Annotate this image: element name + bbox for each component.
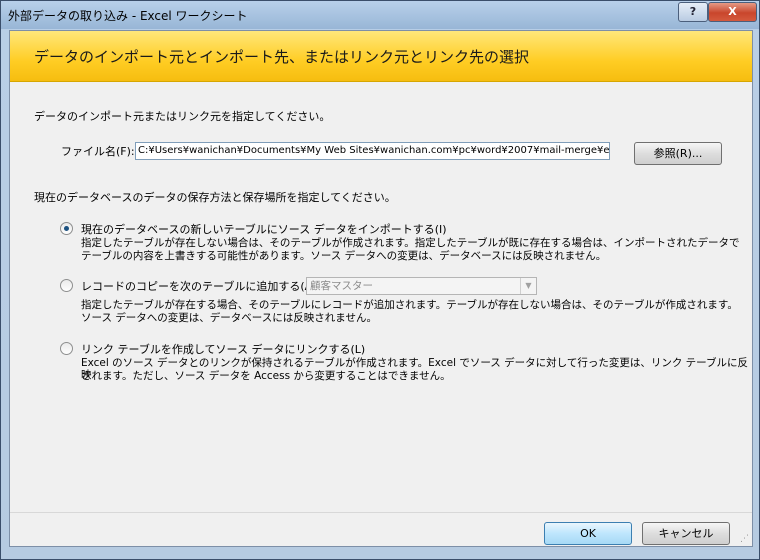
window-title: 外部データの取り込み - Excel ワークシート (8, 9, 248, 23)
storage-instruction: 現在のデータベースのデータの保存方法と保存場所を指定してください。 (34, 191, 396, 204)
browse-button[interactable]: 参照(R)... (634, 142, 722, 165)
cancel-button[interactable]: キャンセル (642, 522, 730, 545)
resize-grip-icon[interactable]: ⋰ (740, 534, 750, 544)
source-instruction: データのインポート元またはリンク元を指定してください。 (34, 110, 331, 123)
append-table-radio[interactable] (60, 279, 73, 292)
import-new-table-label[interactable]: 現在のデータベースの新しいテーブルにソース データをインポートする(I) (81, 221, 447, 237)
append-table-desc-1: 指定したテーブルが存在する場合、そのテーブルにレコードが追加されます。テーブルが… (81, 299, 738, 311)
help-button[interactable]: ? (678, 2, 708, 22)
link-table-radio[interactable] (60, 342, 73, 355)
append-table-desc-2: ソース データへの変更は、データベースには反映されません。 (81, 312, 377, 324)
footer-separator (10, 512, 752, 513)
chevron-down-icon[interactable]: ▼ (520, 278, 536, 294)
import-new-table-desc-2: テーブルの内容を上書きする可能性があります。ソース データへの変更は、データベー… (81, 250, 607, 262)
file-name-label: ファイル名(F): (61, 145, 135, 158)
link-table-label[interactable]: リンク テーブルを作成してソース データにリンクする(L) (81, 341, 365, 357)
file-name-input[interactable]: C:¥Users¥wanichan¥Documents¥My Web Sites… (135, 142, 610, 160)
title-bar[interactable]: 外部データの取り込み - Excel ワークシート ? X (1, 1, 759, 29)
import-new-table-desc-1: 指定したテーブルが存在しない場合は、そのテーブルが作成されます。指定したテーブル… (81, 237, 740, 249)
append-table-select-value: 顧客マスター (310, 280, 373, 292)
close-button[interactable]: X (708, 2, 757, 22)
append-table-label[interactable]: レコードのコピーを次のテーブルに追加する(A): (81, 278, 320, 294)
ok-button[interactable]: OK (544, 522, 632, 545)
dialog-window: 外部データの取り込み - Excel ワークシート ? X データのインポート元… (0, 0, 760, 560)
append-table-select[interactable]: 顧客マスター ▼ (306, 277, 537, 295)
import-new-table-radio[interactable] (60, 222, 73, 235)
dialog-body: データのインポート元とインポート先、またはリンク元とリンク先の選択 データのイン… (9, 30, 753, 547)
banner-title: データのインポート元とインポート先、またはリンク元とリンク先の選択 (34, 48, 530, 66)
header-banner: データのインポート元とインポート先、またはリンク元とリンク先の選択 (10, 31, 752, 82)
link-table-desc-2: されます。ただし、ソース データを Access から変更することはできません。 (81, 370, 451, 382)
